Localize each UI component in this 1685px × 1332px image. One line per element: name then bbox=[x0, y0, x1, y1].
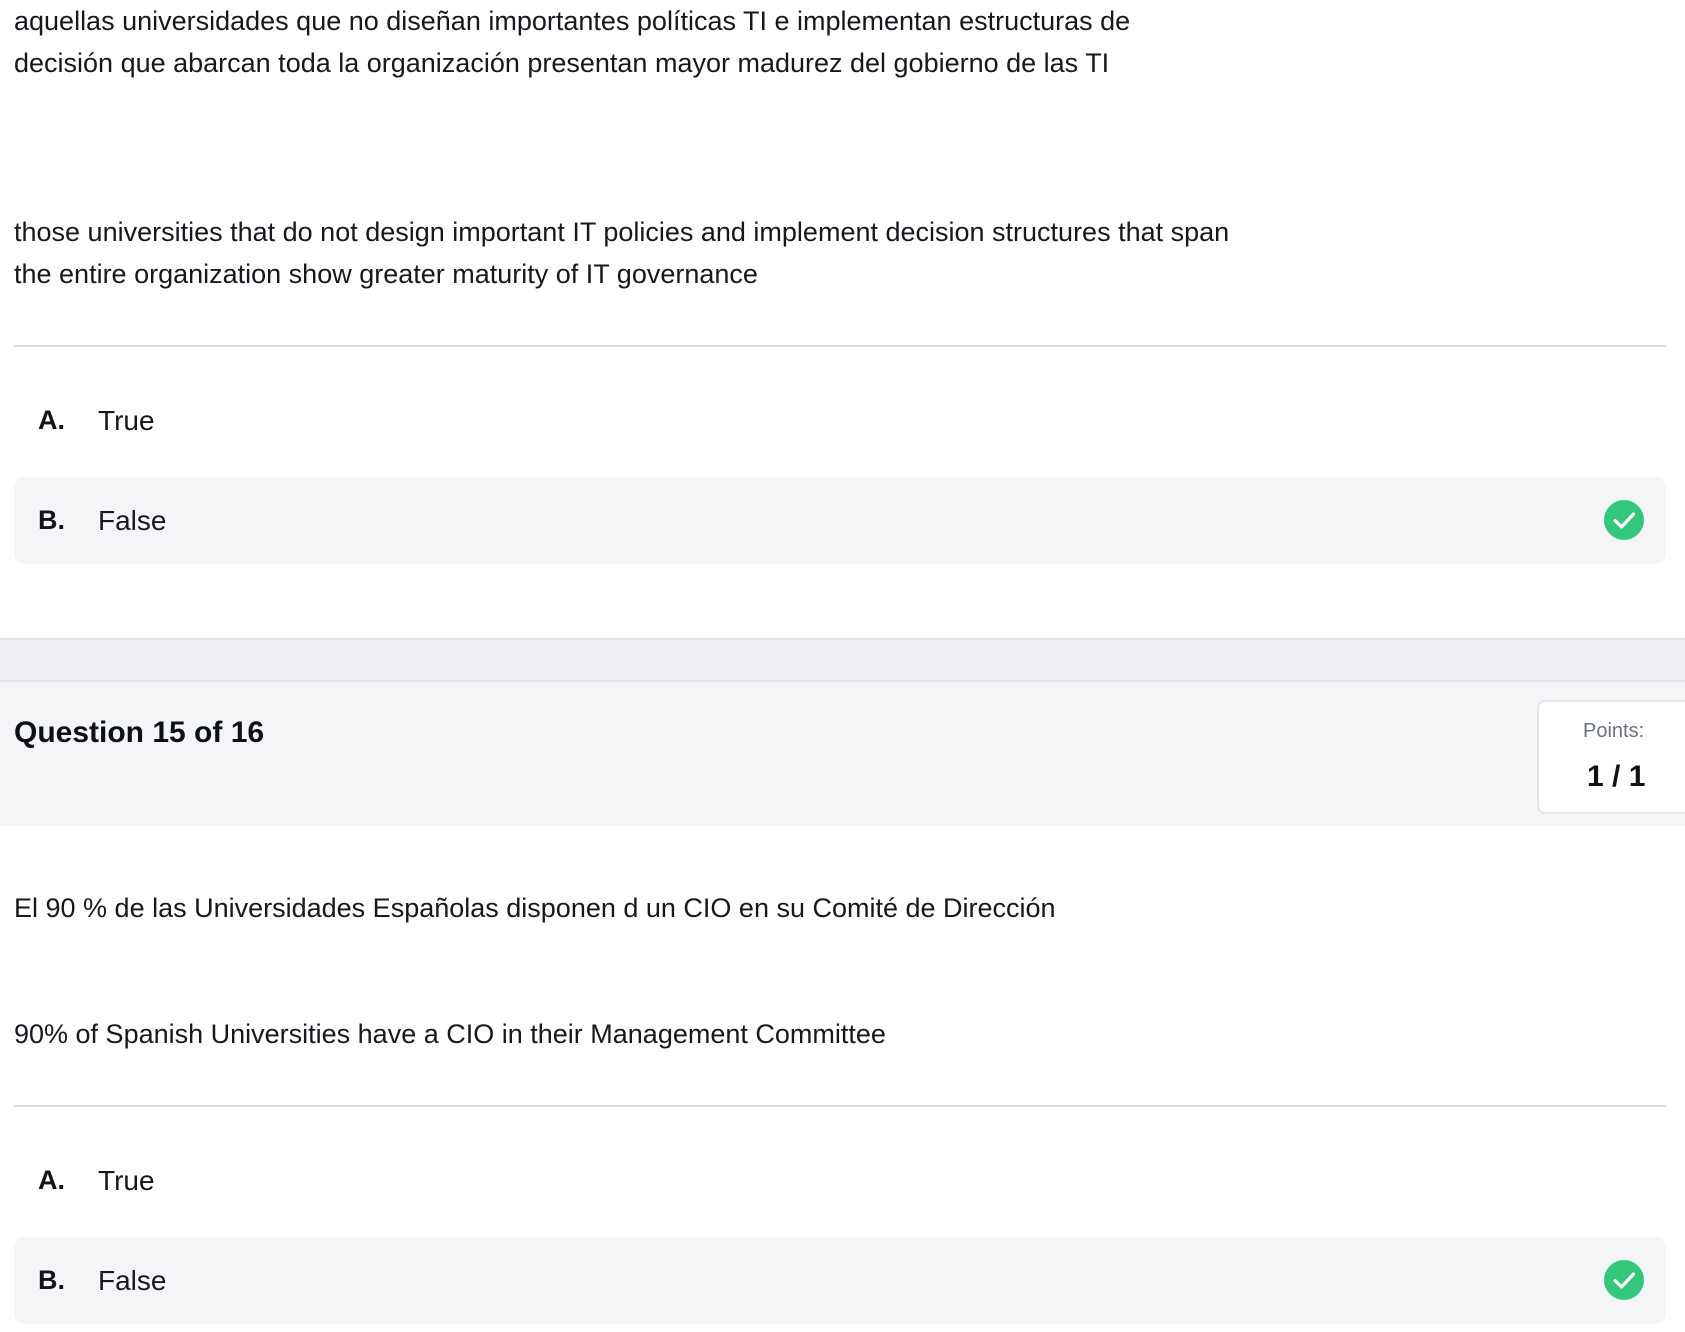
question-text-english: 90% of Spanish Universities have a CIO i… bbox=[14, 1019, 886, 1049]
option-label: True bbox=[98, 1165, 155, 1196]
divider bbox=[14, 1105, 1666, 1107]
question-title: Question 15 of 16 bbox=[14, 716, 265, 749]
check-circle-icon bbox=[1604, 500, 1644, 540]
option-letter: B. bbox=[38, 1265, 65, 1295]
points-value: 1 / 1 bbox=[1587, 760, 1646, 793]
points-box: Points: 1 / 1 bbox=[1537, 700, 1685, 814]
question-header: Question 15 of 16 Points: 1 / 1 bbox=[0, 680, 1685, 826]
answer-option-a[interactable]: A. True bbox=[14, 377, 1666, 464]
option-letter: B. bbox=[38, 505, 65, 535]
question-text-english: those universities that do not design im… bbox=[14, 217, 1230, 289]
question-text-spanish: El 90 % de las Universidades Españolas d… bbox=[14, 893, 1056, 923]
option-label: True bbox=[98, 405, 155, 436]
option-letter: A. bbox=[38, 405, 65, 435]
option-label: False bbox=[98, 505, 167, 536]
question-text-spanish: aquellas universidades que no diseñan im… bbox=[14, 6, 1131, 78]
points-label: Points: bbox=[1583, 720, 1645, 742]
quiz-review-page: aquellas universidades que no diseñan im… bbox=[0, 0, 1685, 1332]
answer-option-b[interactable]: B. False bbox=[14, 477, 1666, 564]
divider bbox=[14, 345, 1666, 347]
answer-option-a[interactable]: A. True bbox=[14, 1137, 1666, 1224]
card-separator bbox=[0, 638, 1685, 682]
answer-option-b[interactable]: B. False bbox=[14, 1237, 1666, 1324]
option-label: False bbox=[98, 1265, 167, 1296]
question-card-14: aquellas universidades que no diseñan im… bbox=[0, 0, 1685, 640]
option-letter: A. bbox=[38, 1165, 65, 1195]
check-circle-icon bbox=[1604, 1260, 1644, 1300]
